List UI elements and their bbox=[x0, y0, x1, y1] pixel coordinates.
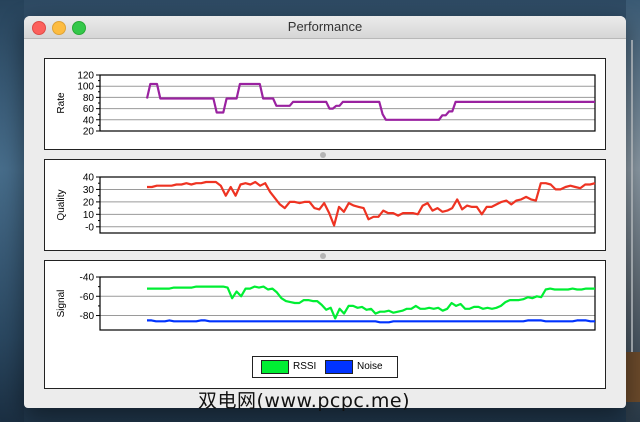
y-tick-label: 30 bbox=[83, 185, 95, 196]
y-tick-label: 80 bbox=[83, 93, 95, 104]
y-tick-label: 100 bbox=[77, 82, 94, 93]
split-divider-handle[interactable] bbox=[320, 152, 326, 158]
series-line-rate bbox=[145, 82, 595, 121]
performance-window: Performance 120 100 80 60 40 20 Rate 40 30 20 10-… bbox=[24, 16, 626, 408]
y-tick-label: 20 bbox=[83, 197, 95, 208]
signal-chart-panel: -40 -60 -80 Signal RSSI Noise bbox=[44, 260, 606, 389]
legend-swatch-rssi bbox=[261, 360, 289, 374]
y-tick-label: -0 bbox=[85, 222, 94, 233]
y-tick-label: 60 bbox=[83, 104, 95, 115]
series-line-rssi bbox=[147, 285, 595, 320]
y-tick-label: 40 bbox=[83, 115, 95, 126]
y-tick-label: -40 bbox=[80, 273, 95, 284]
y-tick-label: 120 bbox=[77, 71, 94, 82]
y-axis-label: Rate bbox=[56, 92, 67, 114]
quality-chart: 403020 10-0 Quality bbox=[56, 173, 596, 234]
legend-swatch-noise bbox=[325, 360, 353, 374]
desktop-background-left bbox=[0, 0, 24, 422]
watermark-text: 双电网(www.pcpc.me) bbox=[198, 390, 410, 412]
y-tick-label: 10 bbox=[83, 210, 95, 221]
series-line-noise bbox=[147, 319, 595, 324]
signal-legend: RSSI Noise bbox=[252, 356, 398, 378]
window-titlebar[interactable]: Performance bbox=[24, 16, 626, 39]
y-tick-label: -60 bbox=[80, 292, 95, 303]
sailboat-mast bbox=[631, 40, 633, 370]
rate-chart-panel: 120 100 80 60 40 20 Rate bbox=[44, 58, 606, 150]
split-divider-handle[interactable] bbox=[320, 253, 326, 259]
legend-label-noise: Noise bbox=[357, 361, 383, 372]
window-title: Performance bbox=[287, 19, 363, 34]
quality-chart-panel: 40 30 20 10 -0 Quality bbox=[44, 159, 606, 251]
legend-label-rssi: RSSI bbox=[293, 361, 317, 372]
y-tick-label: 20 bbox=[83, 127, 95, 138]
y-tick-label: 40 bbox=[83, 173, 95, 184]
y-axis-label: Quality bbox=[56, 189, 67, 220]
y-axis-label: Signal bbox=[56, 290, 67, 318]
series-line-quality bbox=[147, 180, 596, 227]
y-tick-label: -80 bbox=[80, 311, 95, 322]
rate-chart: 12010080604020 Rate bbox=[56, 71, 596, 138]
signal-chart: -40 -60 -80 Signal bbox=[56, 273, 596, 331]
